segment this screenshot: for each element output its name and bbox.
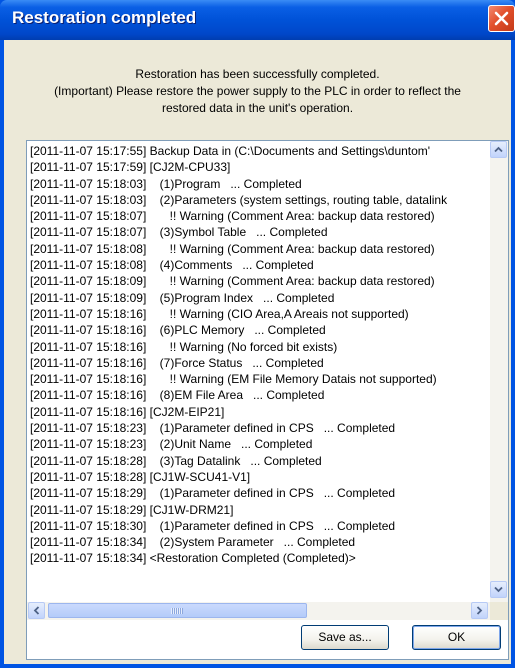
log-listbox[interactable]: [2011-11-07 15:17:55] Backup Data in (C:…	[26, 140, 509, 660]
log-line: [2011-11-07 15:18:08] !! Warning (Commen…	[30, 241, 435, 256]
log-line: [2011-11-07 15:17:55] Backup Data in (C:…	[30, 144, 431, 158]
scroll-grip	[171, 608, 183, 614]
log-line: [2011-11-07 15:18:29] [CJ1W-DRM21]	[30, 502, 234, 517]
scrollbar-corner	[490, 602, 508, 620]
title-bar[interactable]: Restoration completed	[0, 0, 515, 40]
scroll-up-button[interactable]	[490, 141, 507, 158]
message-line: Restoration has been successfully comple…	[135, 67, 380, 81]
scroll-right-button[interactable]	[471, 602, 488, 619]
log-line: [2011-11-07 15:18:29] (1)Parameter defin…	[30, 486, 396, 501]
message-line: restored data in the unit's operation.	[161, 101, 354, 115]
log-line: [2011-11-07 15:18:34] (2)System Paramete…	[30, 535, 356, 550]
log-line: [2011-11-07 15:18:03] (2)Parameters (sys…	[30, 192, 448, 207]
horizontal-scrollbar[interactable]	[27, 602, 490, 620]
scroll-left-button[interactable]	[28, 602, 45, 619]
log-line: [2011-11-07 15:18:23] (2)Unit Name ... C…	[30, 437, 313, 452]
log-line: [2011-11-07 15:18:28] [CJ1W-SCU41-V1]	[30, 469, 251, 484]
log-line: [2011-11-07 15:17:59] [CJ2M-CPU33]	[30, 160, 231, 175]
close-button[interactable]	[488, 5, 515, 32]
log-line: [2011-11-07 15:18:16] (8)EM File Area ..…	[30, 388, 325, 403]
log-line: [2011-11-07 15:18:30] (1)Parameter defin…	[30, 518, 396, 533]
arrow-right-icon	[476, 606, 483, 615]
log-line: [2011-11-07 15:18:28] (3)Tag Datalink ..…	[30, 453, 322, 468]
dialog-body: Restoration has been successfully comple…	[4, 40, 511, 664]
log-line: [2011-11-07 15:18:34] <Restoration Compl…	[30, 551, 356, 566]
log-line: [2011-11-07 15:18:23] (1)Parameter defin…	[30, 421, 396, 436]
ok-button[interactable]: OK	[412, 625, 501, 650]
message-line: (Important) Please restore the power sup…	[54, 84, 461, 98]
save-as-button[interactable]: Save as...	[301, 625, 389, 650]
scroll-down-button[interactable]	[490, 581, 507, 598]
log-line: [2011-11-07 15:18:08] (4)Comments ... Co…	[30, 258, 314, 273]
arrow-up-icon	[494, 146, 503, 153]
log-line: [2011-11-07 15:18:16] !! Warning (EM Fil…	[30, 372, 437, 387]
completion-message: Restoration has been successfully comple…	[4, 66, 511, 117]
log-line: [2011-11-07 15:18:16] (7)Force Status ..…	[30, 355, 324, 370]
log-line: [2011-11-07 15:18:09] (5)Program Index .…	[30, 290, 335, 305]
log-line: [2011-11-07 15:18:16] (6)PLC Memory ... …	[30, 323, 326, 338]
log-line: [2011-11-07 15:18:16] !! Warning (CIO Ar…	[30, 306, 409, 321]
arrow-left-icon	[33, 606, 40, 615]
log-line: [2011-11-07 15:18:16] !! Warning (No for…	[30, 339, 338, 354]
log-line: [2011-11-07 15:18:07] (3)Symbol Table ..…	[30, 225, 328, 240]
horizontal-scroll-thumb[interactable]	[48, 603, 307, 618]
log-line: [2011-11-07 15:18:09] !! Warning (Commen…	[30, 274, 435, 289]
log-content: [2011-11-07 15:17:55] Backup Data in (C:…	[30, 143, 489, 596]
log-line: [2011-11-07 15:18:16] [CJ2M-EIP21]	[30, 404, 225, 419]
log-line: [2011-11-07 15:18:07] !! Warning (Commen…	[30, 209, 435, 224]
close-icon	[494, 11, 509, 26]
restoration-dialog: Restoration completed Restoration has be…	[0, 0, 515, 668]
vertical-scrollbar[interactable]	[490, 141, 508, 602]
log-line: [2011-11-07 15:18:03] (1)Program ... Com…	[30, 176, 302, 191]
window-title: Restoration completed	[12, 8, 197, 27]
arrow-down-icon	[494, 586, 503, 593]
